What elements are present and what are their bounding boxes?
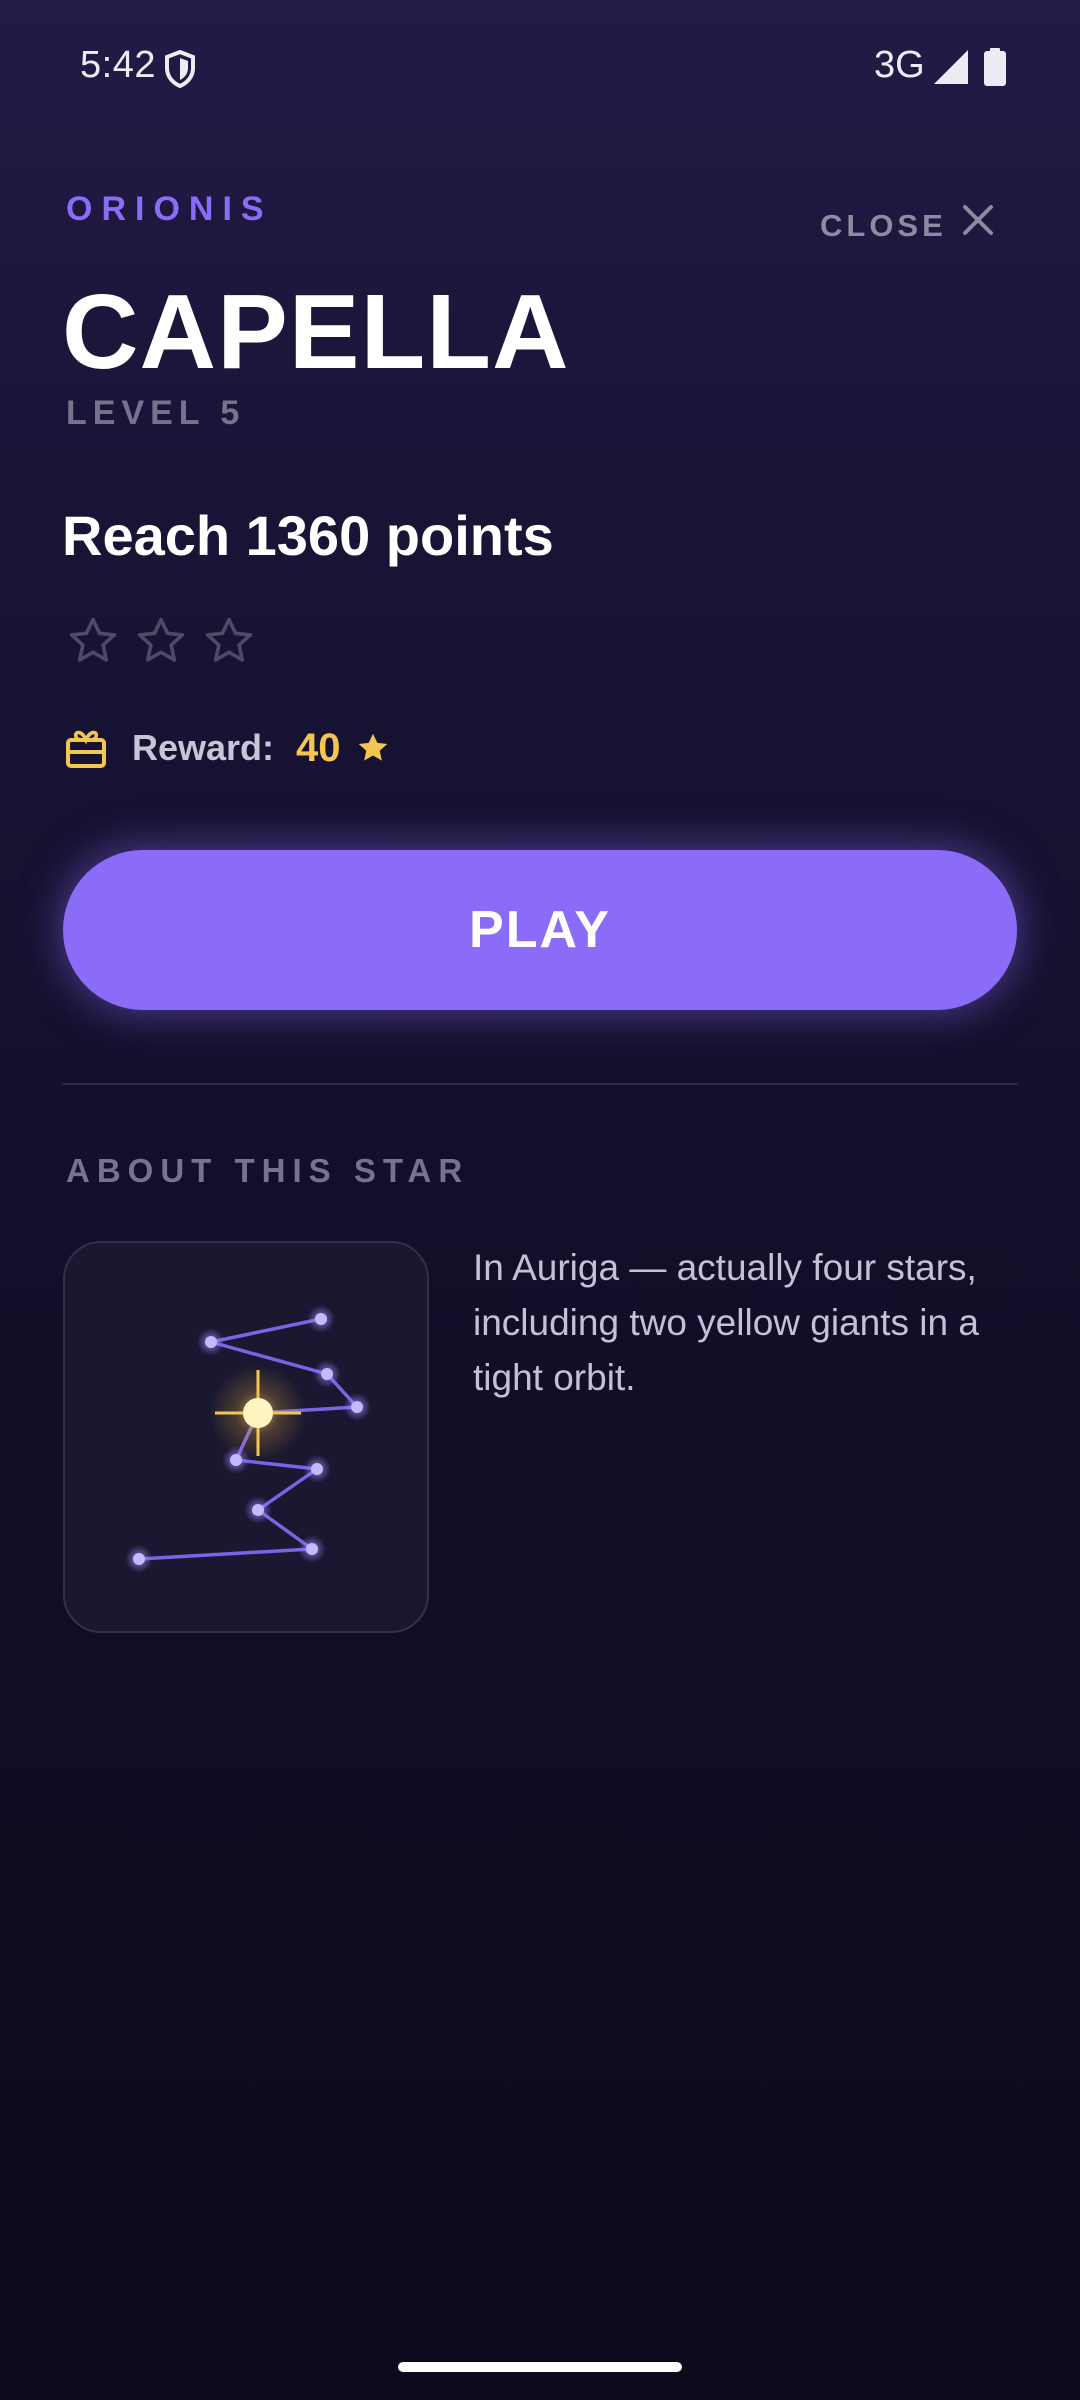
shield-icon <box>165 50 195 88</box>
star-description: In Auriga — actually four stars, includi… <box>473 1247 979 1398</box>
star-empty-icon <box>205 617 253 662</box>
constellation-card <box>63 1241 429 1633</box>
reward-value: 40 <box>296 725 341 770</box>
reward-label: Reward: <box>132 727 275 768</box>
close-button[interactable]: CLOSE <box>820 196 1000 256</box>
status-bar: 5:42 3G <box>0 0 1080 130</box>
divider <box>63 1083 1017 1085</box>
constellation-illustration <box>125 1305 371 1573</box>
goal-text: Reach 1360 points <box>62 504 554 567</box>
section-title: ABOUT THIS STAR <box>66 1152 470 1189</box>
star-title: CAPELLA <box>62 273 570 391</box>
close-icon <box>963 205 993 235</box>
gift-icon <box>66 730 106 768</box>
status-time: 5:42 <box>80 44 156 86</box>
star-empty-icon <box>69 617 117 662</box>
network-type: 3G <box>874 44 925 86</box>
level-label: LEVEL 5 <box>66 394 246 432</box>
star-filled-icon <box>358 733 387 761</box>
star-rating <box>66 614 270 668</box>
play-label: PLAY <box>469 901 611 959</box>
highlighted-star <box>210 1365 306 1461</box>
battery-icon <box>984 48 1006 86</box>
home-indicator[interactable] <box>398 2362 682 2372</box>
constellation-label: ORIONIS <box>66 190 273 228</box>
signal-icon <box>934 50 968 84</box>
close-label: CLOSE <box>820 208 947 243</box>
play-button[interactable]: PLAY <box>63 850 1017 1010</box>
star-empty-icon <box>137 617 185 662</box>
reward-row: Reward: 40 <box>64 720 391 776</box>
